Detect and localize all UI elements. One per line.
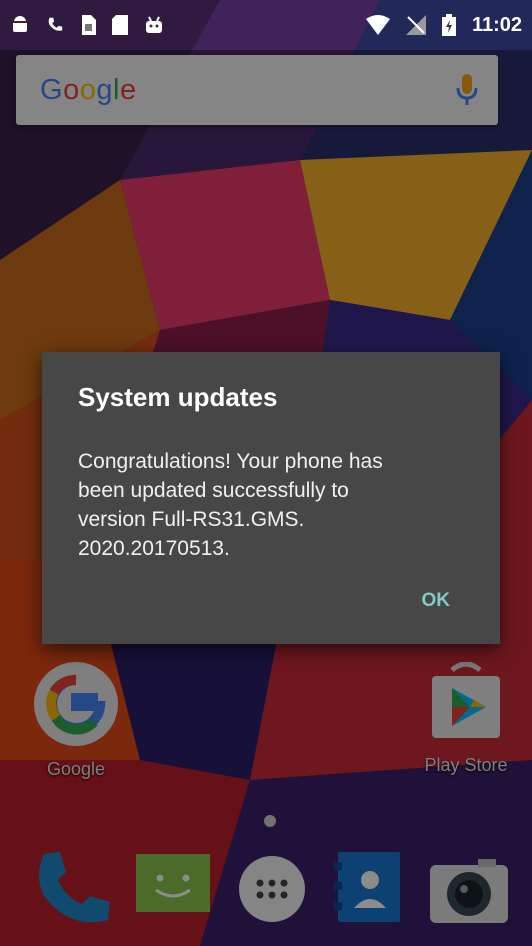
status-time: 11:02: [471, 13, 522, 36]
android-debug-icon: [146, 16, 162, 33]
system-update-dialog: System updates Congratulations! Your pho…: [42, 352, 500, 644]
sd-card-icon: [112, 15, 128, 35]
dialog-message: Congratulations! Your phone has been upd…: [78, 450, 383, 560]
dialog-title: System updates: [78, 382, 278, 412]
battery-charging-icon: [441, 14, 456, 36]
ok-button[interactable]: OK: [418, 586, 455, 616]
status-bar: 11:02: [0, 0, 532, 50]
no-signal-icon: [405, 15, 426, 35]
wifi-icon: [365, 15, 390, 35]
phone-icon: [48, 17, 63, 31]
sim-icon: [82, 15, 96, 35]
android-icon: [13, 16, 27, 32]
